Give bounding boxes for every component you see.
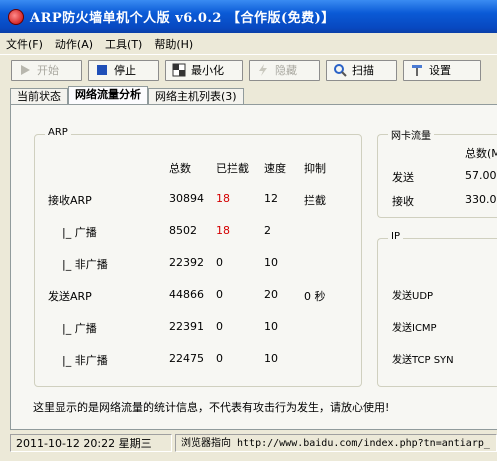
- menu-help[interactable]: 帮助(H): [148, 36, 199, 52]
- row-speed: 10: [264, 256, 278, 269]
- lightning-icon: [256, 63, 270, 77]
- menu-tools[interactable]: 工具(T): [99, 36, 148, 52]
- nic-recv-value: 330.00: [465, 193, 497, 206]
- row-label: 发送ARP: [48, 290, 92, 303]
- traffic-panel: ARP 总数 已拦截 速度 抑制 接收ARP 30894 18 12 拦截 |_…: [10, 104, 497, 430]
- row-speed: 10: [264, 352, 278, 365]
- nic-send-value: 57.00: [465, 169, 497, 182]
- row-speed: 20: [264, 288, 278, 301]
- tab-strip: 当前状态 网络流量分析 网络主机列表(3): [10, 86, 244, 105]
- row-label: |_ 非广播: [62, 258, 108, 271]
- menu-file[interactable]: 文件(F): [0, 36, 49, 52]
- ip-send-icmp-label: 发送ICMP: [392, 323, 437, 334]
- title-bar[interactable]: ARP防火墙单机个人版 v6.0.2 【合作版(免费)】: [0, 0, 497, 33]
- notice-text: 这里显示的是网络流量的统计信息，不代表有攻击行为发生，请放心使用!: [33, 401, 390, 414]
- flag-icon: [172, 63, 186, 77]
- nic-traffic-group: 网卡流量 总数(M 发送 57.00 接收 330.00: [377, 127, 497, 218]
- minimize-label: 最小化: [191, 64, 224, 77]
- status-datetime: 2011-10-12 20:22 星期三: [10, 434, 172, 452]
- row-speed: 12: [264, 192, 278, 205]
- start-label: 开始: [37, 64, 59, 77]
- row-blocked: 0: [216, 256, 223, 269]
- ip-group: IP 发送UDP 发送ICMP 发送TCP SYN: [377, 231, 497, 387]
- row-blocked: 18: [216, 192, 230, 205]
- row-total: 22392: [169, 256, 204, 269]
- nic-send-label: 发送: [392, 171, 414, 184]
- play-icon: [18, 63, 32, 77]
- menu-bar: 文件(F) 动作(A) 工具(T) 帮助(H): [0, 33, 497, 55]
- stop-icon: [95, 63, 109, 77]
- minimize-button[interactable]: 最小化: [165, 59, 243, 81]
- row-total: 30894: [169, 192, 204, 205]
- row-speed: 10: [264, 320, 278, 333]
- ip-group-label: IP: [388, 231, 403, 242]
- nic-group-label: 网卡流量: [388, 127, 434, 142]
- tab-host-list[interactable]: 网络主机列表(3): [148, 88, 244, 105]
- row-suppress: 0 秒: [304, 290, 326, 303]
- row-blocked: 0: [216, 320, 223, 333]
- start-button[interactable]: 开始: [11, 59, 82, 81]
- status-browser-url: 浏览器指向 http://www.baidu.com/index.php?tn=…: [175, 434, 497, 452]
- app-icon: [8, 8, 24, 25]
- header-total: 总数: [169, 162, 191, 175]
- window-title: ARP防火墙单机个人版 v6.0.2 【合作版(免费)】: [30, 11, 335, 26]
- nic-header-total: 总数(M: [465, 147, 497, 160]
- hide-label: 隐藏: [275, 64, 297, 77]
- wrench-icon: [410, 63, 424, 77]
- row-label: |_ 非广播: [62, 354, 108, 367]
- stop-button[interactable]: 停止: [88, 59, 159, 81]
- row-label: 接收ARP: [48, 194, 92, 207]
- settings-label: 设置: [429, 64, 451, 77]
- header-speed: 速度: [264, 162, 286, 175]
- menu-action[interactable]: 动作(A): [49, 36, 99, 52]
- stop-label: 停止: [114, 64, 136, 77]
- scan-button[interactable]: 扫描: [326, 59, 397, 81]
- ip-send-tcp-syn-label: 发送TCP SYN: [392, 355, 454, 366]
- header-blocked: 已拦截: [216, 162, 249, 175]
- arp-group: ARP 总数 已拦截 速度 抑制 接收ARP 30894 18 12 拦截 |_…: [34, 127, 362, 387]
- scan-label: 扫描: [352, 64, 374, 77]
- nic-recv-label: 接收: [392, 195, 414, 208]
- ip-send-udp-label: 发送UDP: [392, 291, 434, 302]
- tab-current-status[interactable]: 当前状态: [10, 88, 68, 105]
- row-total: 8502: [169, 224, 197, 237]
- row-suppress: 拦截: [304, 194, 326, 207]
- header-suppress: 抑制: [304, 162, 326, 175]
- row-speed: 2: [264, 224, 271, 237]
- row-blocked: 0: [216, 288, 223, 301]
- arp-group-label: ARP: [45, 127, 71, 138]
- row-label: |_ 广播: [62, 322, 97, 335]
- row-blocked: 0: [216, 352, 223, 365]
- tab-traffic-analysis[interactable]: 网络流量分析: [68, 86, 148, 105]
- row-total: 44866: [169, 288, 204, 301]
- row-total: 22391: [169, 320, 204, 333]
- row-label: |_ 广播: [62, 226, 97, 239]
- toolbar: 开始 停止 最小化 隐藏 扫描 设置: [0, 55, 497, 85]
- status-bar: 2011-10-12 20:22 星期三 浏览器指向 http://www.ba…: [10, 433, 497, 453]
- hide-button[interactable]: 隐藏: [249, 59, 320, 81]
- magnifier-icon: [333, 63, 347, 77]
- row-total: 22475: [169, 352, 204, 365]
- settings-button[interactable]: 设置: [403, 59, 481, 81]
- row-blocked: 18: [216, 224, 230, 237]
